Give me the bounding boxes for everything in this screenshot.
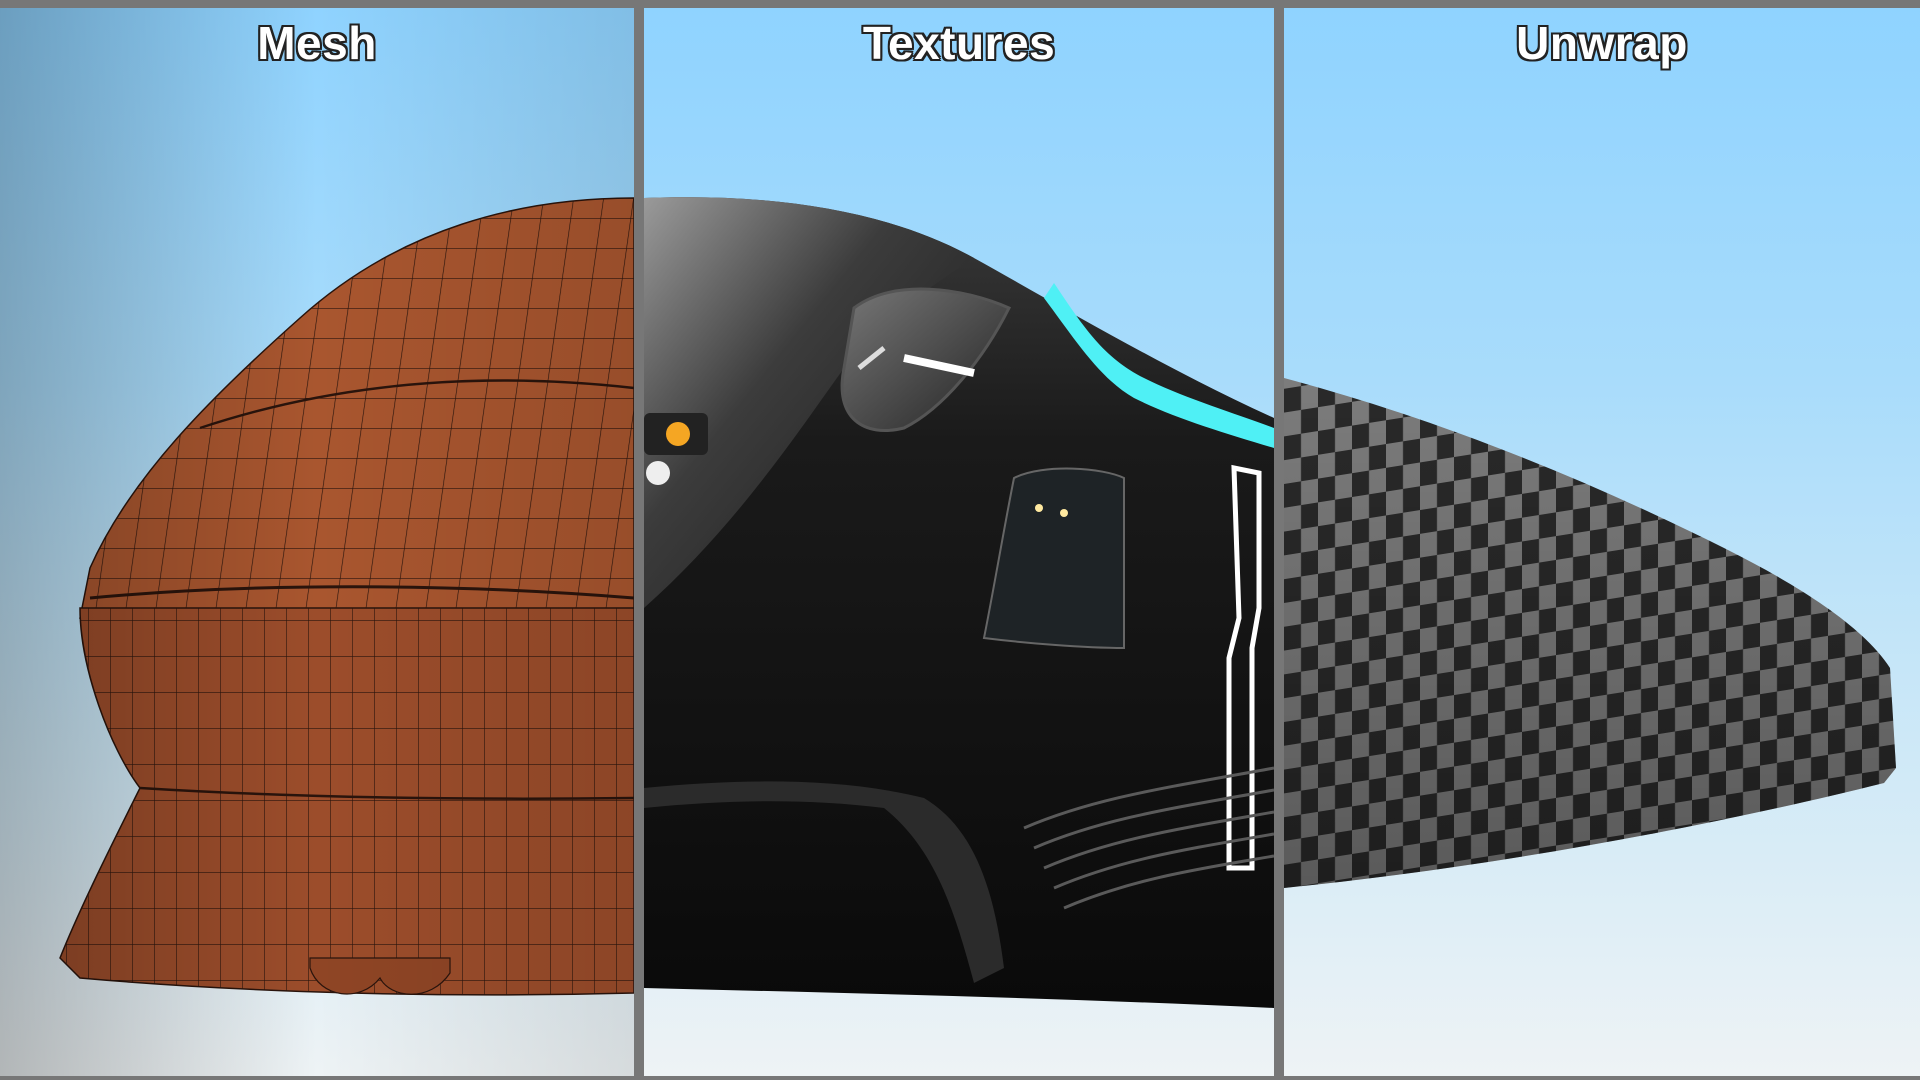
mesh-wireframe-render (0, 8, 634, 1076)
textures-panel: Textures (644, 8, 1274, 1076)
mesh-panel: Mesh (0, 8, 634, 1076)
unwrap-panel-title: Unwrap (1516, 17, 1688, 69)
mesh-panel-title: Mesh (257, 17, 377, 69)
textures-panel-title: Textures (862, 17, 1056, 69)
comparison-frame: Mesh Textures Unwrap (0, 0, 1920, 1080)
unwrap-panel: Unwrap (1284, 8, 1920, 1076)
uv-unwrap-checker-render (1284, 378, 1896, 888)
textured-train-render (644, 197, 1274, 1008)
